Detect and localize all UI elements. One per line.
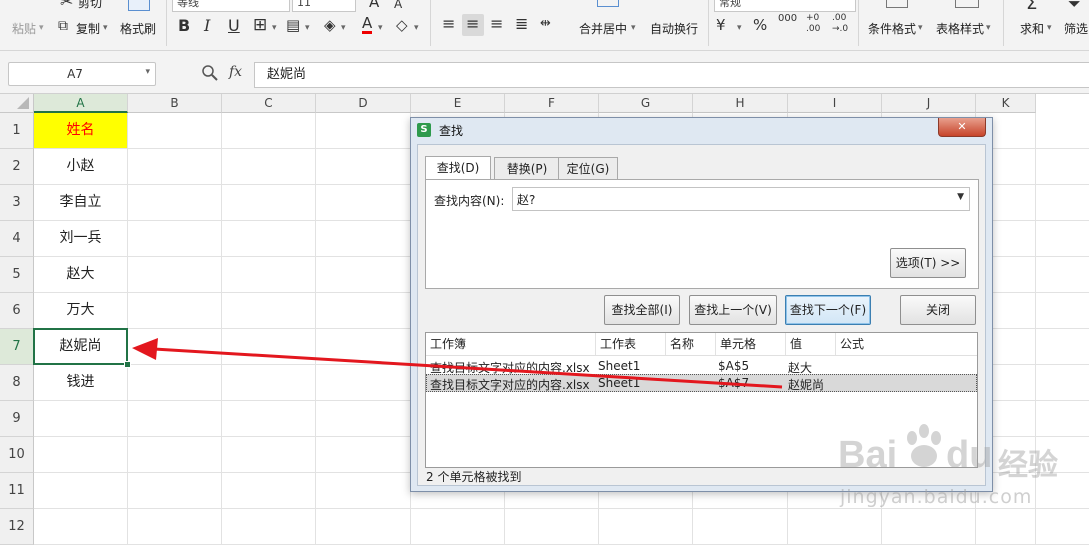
watermark-brand: Bai xyxy=(838,434,898,476)
watermark-brand-2: du xyxy=(946,434,993,476)
watermark-cn: 经验 xyxy=(998,448,1058,483)
paw-icon xyxy=(907,424,941,467)
baidu-watermark: Bai du 经验 jingyan.baidu.com xyxy=(838,424,1083,524)
watermark-url: jingyan.baidu.com xyxy=(840,486,1033,508)
